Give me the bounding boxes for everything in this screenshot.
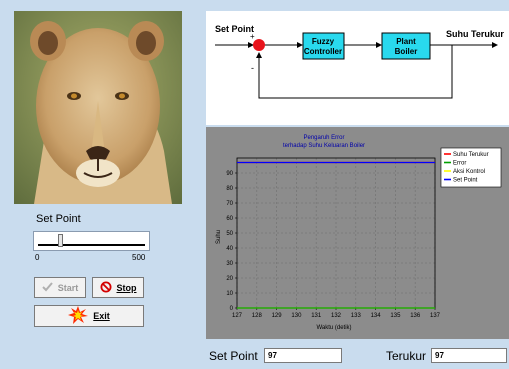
y-tick-label: 50 — [226, 231, 233, 237]
x-tick-label: 128 — [252, 313, 263, 319]
chart-xlabel: Waktu (detik) — [316, 325, 351, 331]
x-tick-label: 137 — [430, 313, 441, 319]
setpoint-readout-label: Set Point — [209, 349, 258, 363]
x-tick-label: 129 — [272, 313, 283, 319]
x-tick-label: 132 — [331, 313, 342, 319]
summing-junction — [253, 39, 265, 51]
arrow-heads — [248, 42, 498, 58]
x-tick-label: 131 — [311, 313, 322, 319]
chart-grid — [236, 158, 436, 309]
y-tick-label: 30 — [226, 261, 233, 267]
fuzzy-controller-line2: Controller — [304, 47, 342, 56]
chart-title-line2: terhadap Suhu Keluaran Boiler — [283, 143, 365, 149]
response-chart-panel: Pengaruh Error terhadap Suhu Keluaran Bo… — [206, 125, 509, 339]
x-tick-label: 135 — [390, 313, 401, 319]
stop-button[interactable]: Stop — [92, 277, 144, 298]
chart-legend: Suhu Terukur Error Aksi Kontrol Set Point — [440, 147, 502, 188]
exit-button-label: Exit — [93, 311, 110, 321]
setpoint-slider-label: Set Point — [36, 213, 81, 225]
terukur-readout-label: Terukur — [386, 349, 427, 363]
x-tick-label: 134 — [371, 313, 382, 319]
start-button[interactable]: Start — [34, 277, 86, 298]
lion-photo — [14, 11, 182, 204]
y-tick-label: 0 — [230, 306, 234, 312]
setpoint-slider[interactable] — [33, 231, 150, 251]
y-tick-label: 40 — [226, 246, 233, 252]
explosion-icon — [68, 306, 89, 326]
diagram-plus-sign: + — [250, 32, 255, 41]
x-tick-label: 133 — [351, 313, 362, 319]
legend-entry: Suhu Terukur — [453, 152, 489, 158]
legend-entry: Aksi Kontrol — [453, 169, 485, 175]
y-tick-label: 10 — [226, 291, 233, 297]
y-tick-label: 90 — [226, 171, 233, 177]
chart-ylabel: Suhu — [216, 230, 222, 244]
exit-button[interactable]: Exit — [34, 305, 144, 327]
slider-track — [38, 244, 145, 246]
start-button-label: Start — [57, 282, 79, 293]
y-tick-label: 80 — [226, 186, 233, 192]
y-tick-label: 20 — [226, 276, 233, 282]
legend-entry: Set Point — [453, 178, 478, 184]
diagram-output-label: Suhu Terukur — [446, 29, 504, 39]
slider-min-label: 0 — [35, 253, 40, 262]
terukur-field[interactable]: 97 — [431, 348, 507, 363]
y-tick-label: 60 — [226, 216, 233, 222]
no-entry-icon — [100, 281, 112, 295]
control-block-diagram: Set Point + - Suhu Terukur Fuzzy Control… — [206, 11, 509, 138]
x-tick-label: 136 — [410, 313, 421, 319]
x-tick-label: 127 — [232, 313, 243, 319]
diagram-input-label: Set Point — [215, 24, 254, 34]
plant-boiler-line1: Plant — [396, 37, 416, 46]
slider-max-label: 500 — [132, 253, 146, 262]
stop-button-label: Stop — [116, 282, 137, 293]
legend-entry: Error — [453, 161, 466, 167]
fuzzy-controller-line1: Fuzzy — [312, 37, 335, 46]
x-tick-label: 130 — [291, 313, 302, 319]
chart-title-line1: Pengaruh Error — [303, 135, 344, 141]
check-icon — [42, 281, 53, 294]
plant-boiler-line2: Boiler — [395, 47, 418, 56]
setpoint-field[interactable]: 97 — [264, 348, 342, 363]
signal-lines — [215, 44, 493, 99]
y-tick-label: 70 — [226, 201, 233, 207]
diagram-minus-sign: - — [251, 63, 254, 73]
slider-thumb[interactable] — [57, 234, 63, 247]
